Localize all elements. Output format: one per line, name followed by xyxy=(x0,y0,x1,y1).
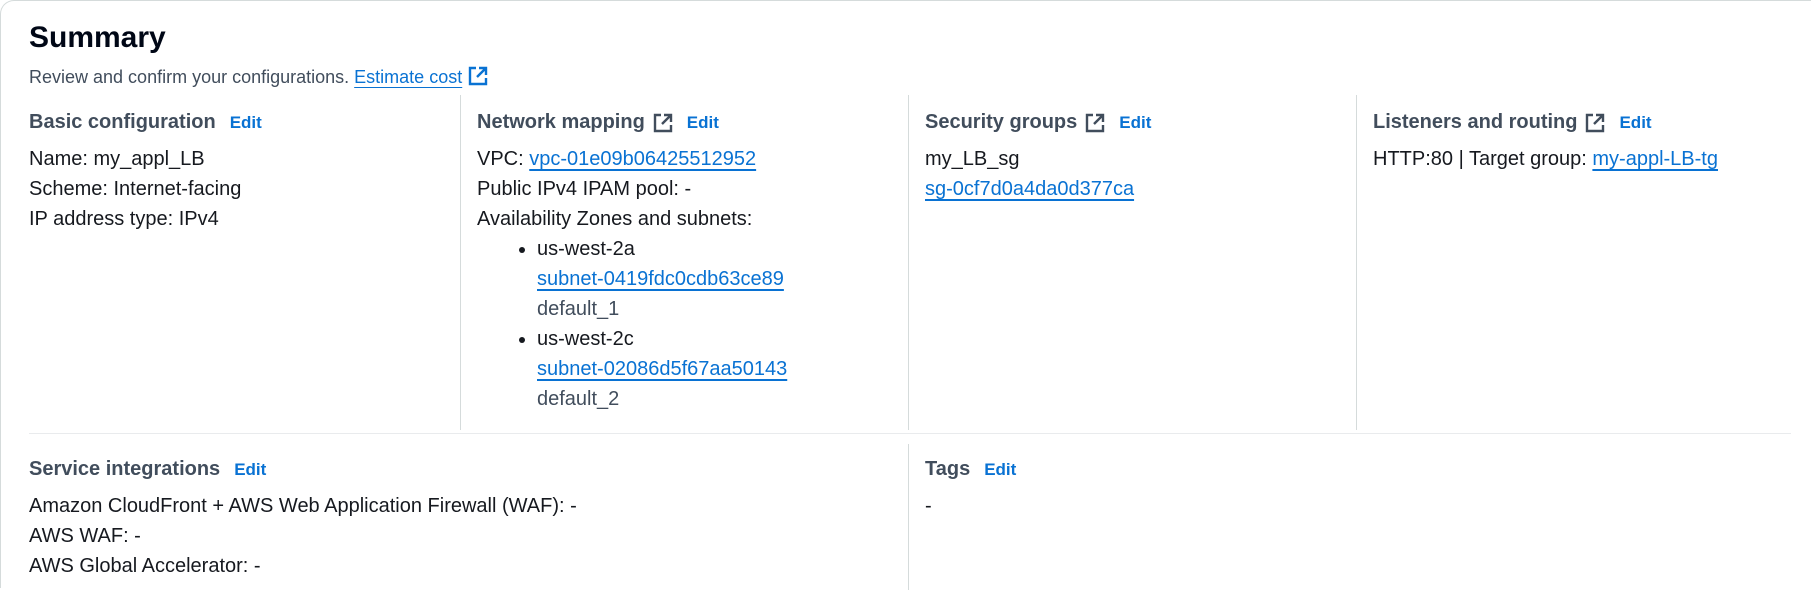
lb-scheme: Scheme: Internet-facing xyxy=(29,178,242,200)
tags-value: - xyxy=(925,495,932,517)
listeners-routing-section: Listeners and routing Edit HTTP:80 | Tar… xyxy=(1356,95,1811,430)
lb-ip-type: IP address type: IPv4 xyxy=(29,208,219,230)
security-group-name: my_LB_sg xyxy=(925,148,1020,170)
target-group-link[interactable]: my-appl-LB-tg xyxy=(1592,148,1718,170)
security-edit-link[interactable]: Edit xyxy=(1119,113,1151,133)
service-heading-text: Service integrations xyxy=(29,458,221,480)
global-accelerator: AWS Global Accelerator: - xyxy=(29,555,261,577)
security-groups-heading: Security groups Edit xyxy=(925,111,1356,134)
external-link-icon[interactable] xyxy=(1585,113,1605,133)
subnet-link[interactable]: subnet-0419fdc0cdb63ce89 xyxy=(537,264,784,294)
estimate-cost-link[interactable]: Estimate cost xyxy=(354,66,488,87)
list-item: us-west-2a subnet-0419fdc0cdb63ce89 defa… xyxy=(537,234,908,324)
az-label: Availability Zones and subnets: xyxy=(477,208,753,230)
estimate-cost-label: Estimate cost xyxy=(354,67,463,87)
listener-text: HTTP:80 | Target group: xyxy=(1373,148,1587,170)
listeners-edit-link[interactable]: Edit xyxy=(1619,113,1651,133)
basic-configuration-heading: Basic configuration Edit xyxy=(29,111,459,134)
subnet-name: default_2 xyxy=(537,388,620,410)
vpc-line: VPC: vpc-01e09b06425512952 xyxy=(477,144,908,174)
az-zone: us-west-2a xyxy=(537,238,635,260)
tags-edit-link[interactable]: Edit xyxy=(984,460,1016,480)
basic-heading-text: Basic configuration xyxy=(29,111,216,133)
tags-heading: Tags Edit xyxy=(925,458,1808,481)
security-heading-text: Security groups xyxy=(925,111,1078,133)
service-edit-link[interactable]: Edit xyxy=(234,460,266,480)
lb-name: Name: my_appl_LB xyxy=(29,148,205,170)
external-link-icon[interactable] xyxy=(653,113,673,133)
basic-configuration-section: Basic configuration Edit Name: my_appl_L… xyxy=(29,95,459,430)
cloudfront-waf: Amazon CloudFront + AWS Web Application … xyxy=(29,495,577,517)
ipam-pool: Public IPv4 IPAM pool: - xyxy=(477,178,692,200)
subnet-name: default_1 xyxy=(537,298,620,320)
vpc-label: VPC: xyxy=(477,148,524,170)
listener-line: HTTP:80 | Target group: my-appl-LB-tg xyxy=(1373,144,1811,174)
security-groups-section: Security groups Edit my_LB_sg sg-0cf7d0a… xyxy=(908,95,1356,430)
az-list: us-west-2a subnet-0419fdc0cdb63ce89 defa… xyxy=(477,234,908,414)
security-group-link[interactable]: sg-0cf7d0a4da0d377ca xyxy=(925,178,1134,200)
listeners-heading-text: Listeners and routing xyxy=(1373,111,1578,133)
page-title: Summary xyxy=(29,21,166,54)
subtitle-text: Review and confirm your configurations. xyxy=(29,67,350,87)
az-zone: us-west-2c xyxy=(537,328,634,350)
aws-waf: AWS WAF: - xyxy=(29,525,141,547)
vpc-link[interactable]: vpc-01e09b06425512952 xyxy=(529,148,756,170)
external-link-icon xyxy=(468,66,488,91)
tags-section: Tags Edit - xyxy=(908,444,1808,590)
summary-panel: Summary Review and confirm your configur… xyxy=(0,0,1811,590)
network-heading-text: Network mapping xyxy=(477,111,645,133)
basic-edit-link[interactable]: Edit xyxy=(230,113,262,133)
summary-subtitle: Review and confirm your configurations. … xyxy=(29,66,488,91)
list-item: us-west-2c subnet-02086d5f67aa50143 defa… xyxy=(537,324,908,414)
service-integrations-heading: Service integrations Edit xyxy=(29,458,909,481)
listeners-routing-heading: Listeners and routing Edit xyxy=(1373,111,1811,134)
subnet-link[interactable]: subnet-02086d5f67aa50143 xyxy=(537,354,787,384)
tags-heading-text: Tags xyxy=(925,458,971,480)
service-integrations-section: Service integrations Edit Amazon CloudFr… xyxy=(29,444,909,590)
network-mapping-section: Network mapping Edit VPC: vpc-01e09b0642… xyxy=(460,95,908,430)
network-mapping-heading: Network mapping Edit xyxy=(477,111,908,134)
external-link-icon[interactable] xyxy=(1085,113,1105,133)
section-divider xyxy=(29,433,1791,434)
network-edit-link[interactable]: Edit xyxy=(687,113,719,133)
